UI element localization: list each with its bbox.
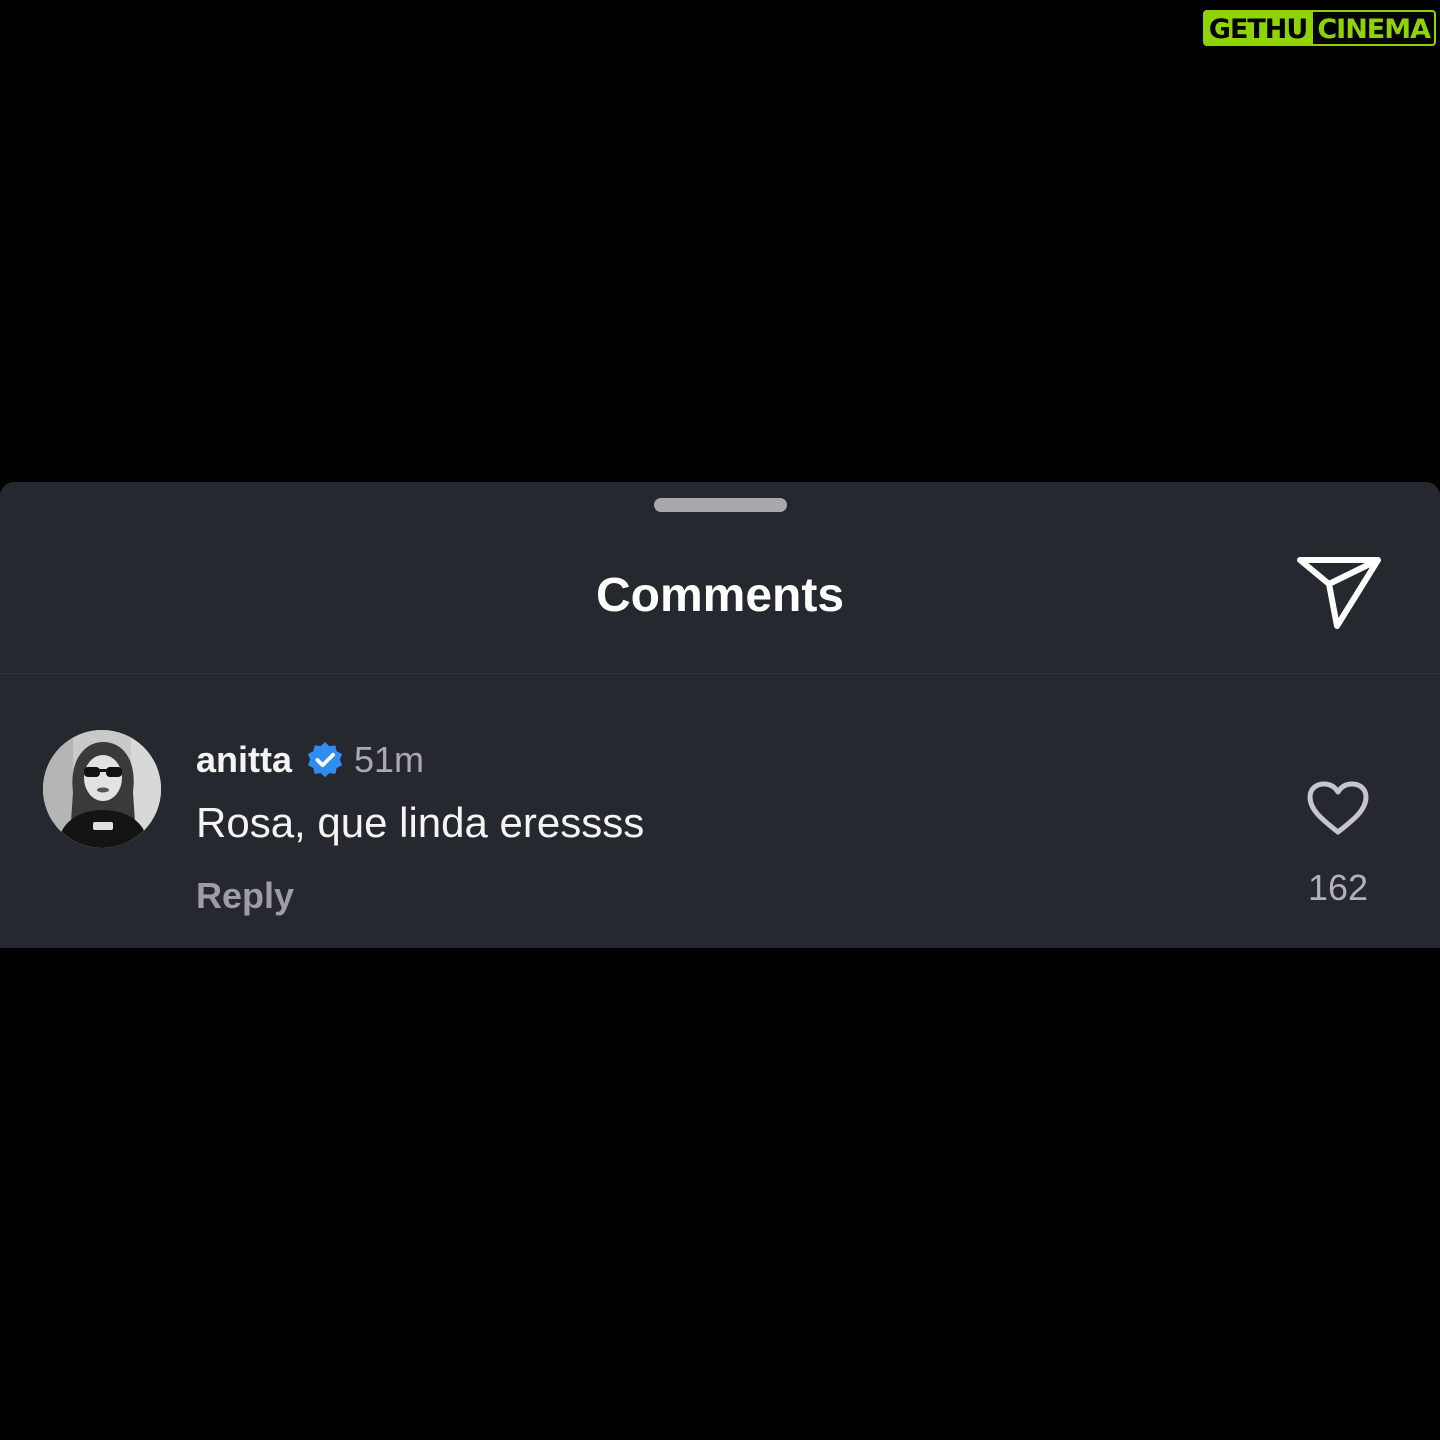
comment-text: Rosa, que linda eressss — [196, 799, 645, 846]
avatar[interactable] — [43, 730, 161, 848]
watermark-part1: GETHU — [1202, 10, 1314, 46]
watermark-logo: GETHU CINEMA — [1202, 10, 1436, 46]
heart-outline-icon[interactable] — [1306, 780, 1370, 836]
sheet-title: Comments — [595, 569, 845, 622]
reply-button[interactable]: Reply — [196, 874, 294, 918]
sheet-drag-handle[interactable] — [654, 498, 787, 512]
comment-timestamp: 51m — [354, 739, 425, 780]
like-count: 162 — [1307, 867, 1369, 908]
comment-username[interactable]: anitta — [196, 738, 292, 782]
verified-badge-icon — [307, 741, 343, 778]
watermark-part2: CINEMA — [1313, 10, 1436, 46]
avatar-photo — [43, 730, 161, 848]
paper-plane-icon[interactable] — [1296, 554, 1382, 630]
comments-sheet: Comments anitta 51m Rosa, que linda eres… — [0, 482, 1440, 948]
header-divider — [0, 673, 1440, 674]
comment-header: anitta 51m — [196, 738, 424, 782]
